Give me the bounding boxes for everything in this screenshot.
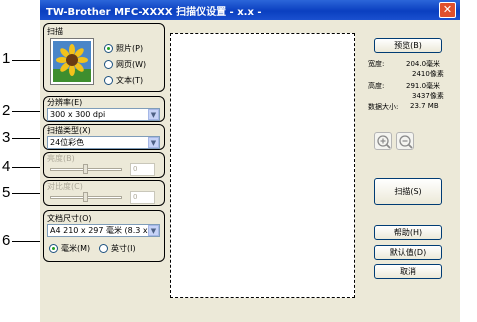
radio-webpage-label: 网页(W): [116, 60, 147, 69]
radio-photo[interactable]: [104, 44, 113, 53]
radio-photo-label: 照片(P): [116, 44, 144, 53]
callout-6: 6: [2, 232, 11, 249]
window-title: TW-Brother MFC-XXXX 扫描仪设置 - x.x -: [46, 7, 262, 18]
radio-text-label: 文本(T): [116, 76, 144, 85]
doc-size-select[interactable]: A4 210 x 297 毫米 (8.3 x 11: [47, 224, 160, 237]
callout-line-3: [12, 138, 42, 139]
radio-mm-label: 毫米(M): [61, 244, 91, 253]
height-mm: 291.0毫米: [406, 82, 441, 90]
scan-button[interactable]: 扫描(S): [374, 178, 442, 205]
callout-line-1: [12, 60, 42, 61]
resolution-label: 分辨率(E): [47, 98, 83, 107]
radio-text[interactable]: [104, 76, 113, 85]
callout-line-5: [12, 193, 42, 194]
zoom-in-button[interactable]: [374, 132, 392, 150]
callout-line-4: [12, 167, 42, 168]
radio-inch-label: 英寸(I): [111, 244, 136, 253]
doc-size-label: 文档尺寸(O): [47, 214, 92, 223]
callout-3: 3: [2, 129, 11, 146]
height-px: 3437像素: [412, 92, 444, 100]
scan-type-value: 24位彩色: [50, 138, 85, 147]
brightness-slider-thumb[interactable]: [83, 164, 88, 174]
radio-webpage[interactable]: [104, 60, 113, 69]
resolution-group: 分辨率(E) 300 x 300 dpi ▼: [43, 96, 165, 122]
preview-button[interactable]: 预览(B): [374, 38, 442, 53]
callout-5: 5: [2, 184, 11, 201]
callout-line-6: [12, 241, 42, 242]
callout-2: 2: [2, 102, 11, 119]
width-px: 2410像素: [412, 70, 444, 78]
contrast-group: 对比度(C) 0: [43, 180, 165, 206]
help-button[interactable]: 帮助(H): [374, 225, 442, 240]
contrast-slider-thumb[interactable]: [83, 192, 88, 202]
resolution-select[interactable]: 300 x 300 dpi: [47, 108, 160, 121]
cancel-button[interactable]: 取消: [374, 264, 442, 279]
chevron-down-icon[interactable]: ▼: [148, 109, 159, 120]
height-label: 高度:: [368, 82, 385, 90]
contrast-label: 对比度(C): [47, 182, 83, 191]
title-bar: TW-Brother MFC-XXXX 扫描仪设置 - x.x - ✕: [40, 0, 460, 20]
zoom-in-icon: [377, 135, 391, 149]
doc-size-value: A4 210 x 297 毫米 (8.3 x 11: [50, 226, 160, 235]
default-button[interactable]: 默认值(D): [374, 245, 442, 260]
zoom-out-button[interactable]: [396, 132, 414, 150]
scanner-settings-window: TW-Brother MFC-XXXX 扫描仪设置 - x.x - ✕ 扫描 照…: [40, 0, 460, 322]
close-button[interactable]: ✕: [439, 2, 456, 18]
brightness-label: 亮度(B): [47, 154, 75, 163]
callout-line-2: [12, 111, 42, 112]
width-mm: 204.0毫米: [406, 60, 441, 68]
sunflower-photo-icon: [50, 38, 94, 85]
data-size-value: 23.7 MB: [410, 102, 439, 110]
radio-mm[interactable]: [49, 244, 58, 253]
close-icon: ✕: [442, 3, 453, 16]
scan-type-group: 扫描类型(X) 24位彩色 ▼: [43, 124, 165, 150]
width-label: 宽度:: [368, 60, 385, 68]
contrast-input[interactable]: 0: [130, 191, 155, 204]
zoom-out-icon: [399, 135, 413, 149]
scan-mode-label: 扫描: [47, 27, 63, 36]
brightness-group: 亮度(B) 0: [43, 152, 165, 178]
chevron-down-icon[interactable]: ▼: [148, 137, 159, 148]
scan-mode-group: 扫描 照片(P) 网页(W) 文本(T): [43, 23, 165, 92]
doc-size-group: 文档尺寸(O) A4 210 x 297 毫米 (8.3 x 11 ▼ 毫米(M…: [43, 210, 165, 262]
resolution-value: 300 x 300 dpi: [50, 110, 106, 119]
scan-type-select[interactable]: 24位彩色: [47, 136, 160, 149]
callout-1: 1: [2, 50, 11, 67]
radio-inch[interactable]: [99, 244, 108, 253]
scan-type-label: 扫描类型(X): [47, 126, 91, 135]
brightness-input[interactable]: 0: [130, 163, 155, 176]
chevron-down-icon[interactable]: ▼: [148, 225, 159, 236]
data-size-label: 数据大小:: [368, 103, 399, 111]
callout-4: 4: [2, 158, 11, 175]
preview-area[interactable]: [170, 33, 355, 298]
